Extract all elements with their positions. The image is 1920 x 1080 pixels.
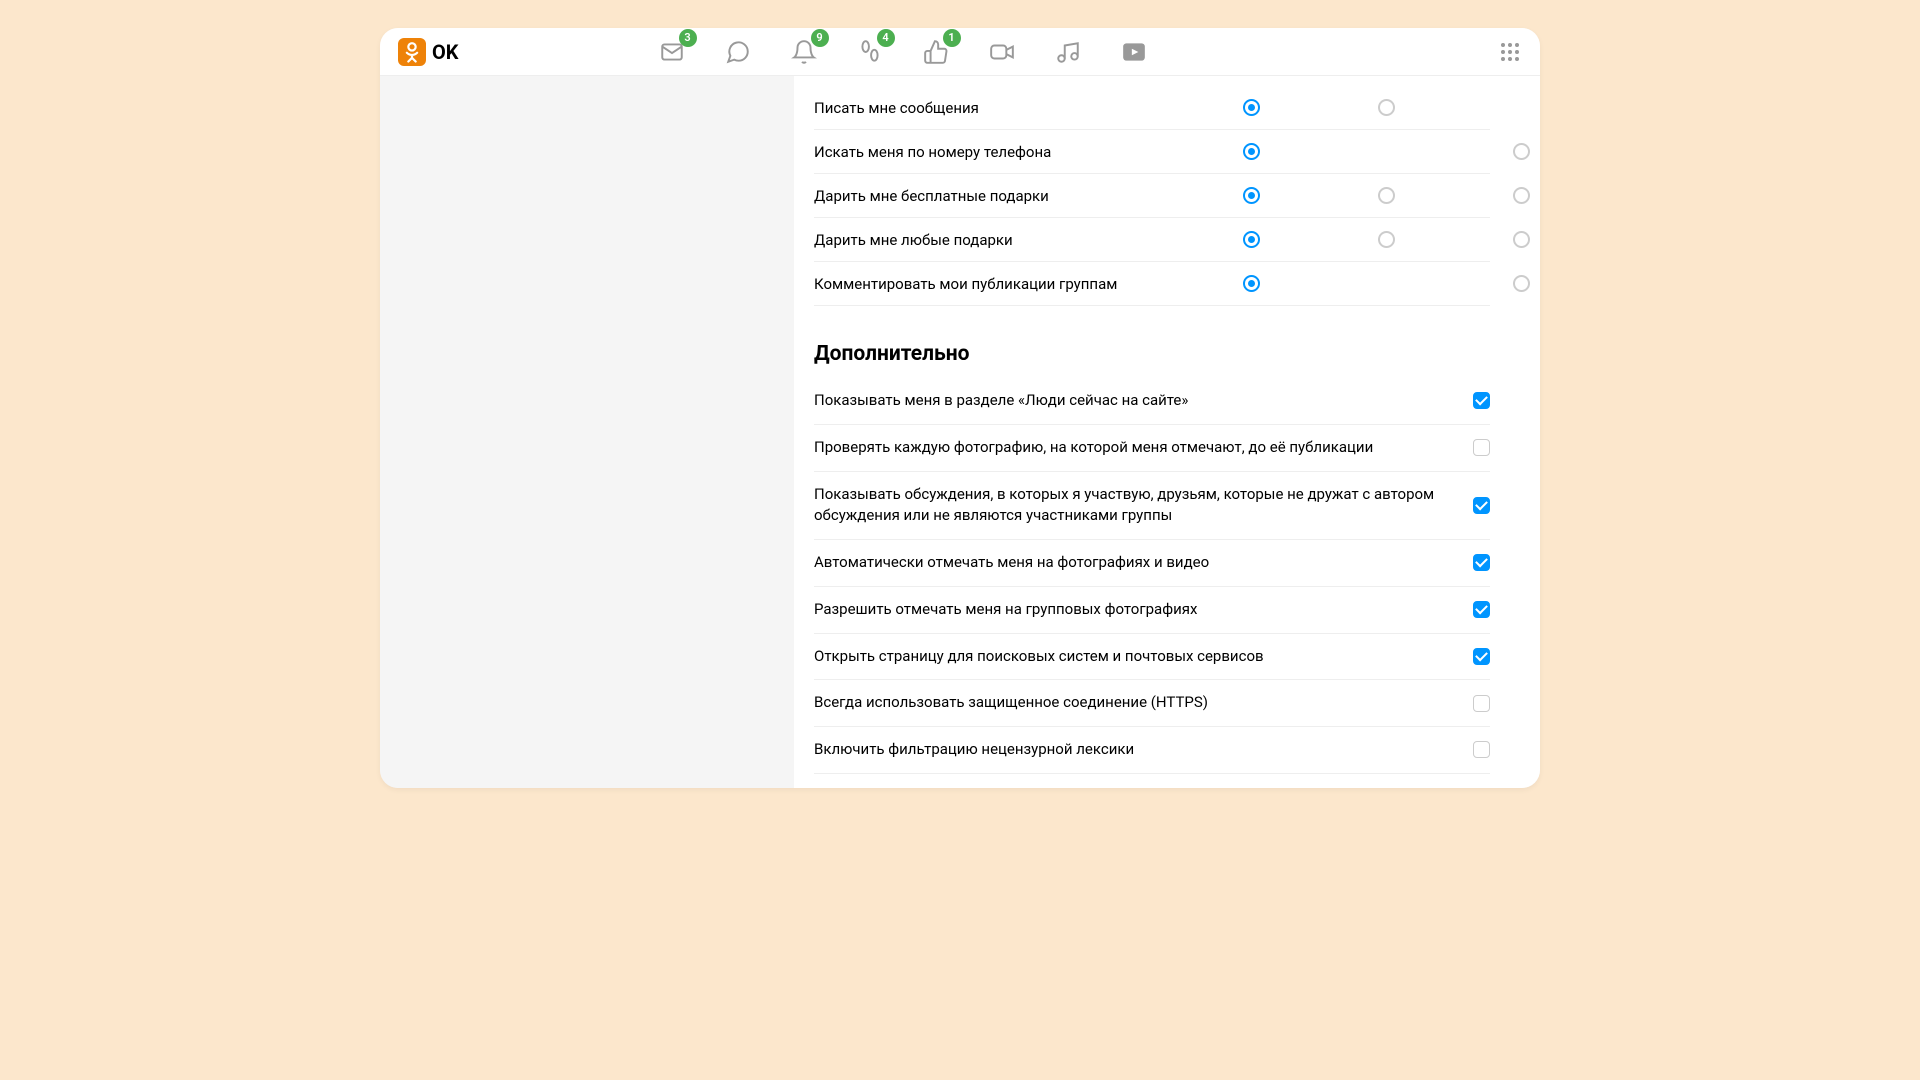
sidebar xyxy=(380,76,794,788)
privacy-row-label: Писать мне сообщения xyxy=(814,99,1184,117)
steps-badge: 4 xyxy=(877,29,895,47)
nav-calls[interactable] xyxy=(989,39,1015,65)
additional-row: Включить фильтрацию нецензурной лексики xyxy=(814,727,1490,774)
additional-row-label: Включить фильтрацию нецензурной лексики xyxy=(814,739,1453,761)
privacy-radio[interactable] xyxy=(1378,231,1395,248)
additional-row: Показывать обсуждения, в которых я участ… xyxy=(814,472,1490,541)
privacy-radio[interactable] xyxy=(1378,99,1395,116)
nav-bell[interactable]: 9 xyxy=(791,39,817,65)
additional-checkbox[interactable] xyxy=(1473,695,1490,712)
nav: 3 9 4 1 xyxy=(659,39,1147,65)
logo[interactable]: OK xyxy=(398,38,459,66)
additional-row: Показывать меня в разделе «Люди сейчас н… xyxy=(814,378,1490,425)
nav-video[interactable] xyxy=(1121,39,1147,65)
nav-chat[interactable] xyxy=(725,39,751,65)
privacy-row: Писать мне сообщения xyxy=(814,86,1490,130)
privacy-row: Дарить мне бесплатные подарки xyxy=(814,174,1490,218)
privacy-radio[interactable] xyxy=(1243,143,1260,160)
additional-row: Разрешить всем, у кого есть мой номер те… xyxy=(814,774,1490,788)
privacy-radio[interactable] xyxy=(1243,275,1260,292)
additional-checkbox[interactable] xyxy=(1473,392,1490,409)
privacy-row-label: Дарить мне любые подарки xyxy=(814,231,1184,249)
privacy-row-label: Комментировать мои публикации группам xyxy=(814,275,1184,293)
additional-checkbox[interactable] xyxy=(1473,741,1490,758)
additional-checkbox[interactable] xyxy=(1473,497,1490,514)
nav-like[interactable]: 1 xyxy=(923,39,949,65)
additional-row: Автоматически отмечать меня на фотографи… xyxy=(814,540,1490,587)
app-window: OK 3 9 4 1 xyxy=(380,28,1540,788)
additional-row: Проверять каждую фотографию, на которой … xyxy=(814,425,1490,472)
mail-badge: 3 xyxy=(679,29,697,47)
brand-text: OK xyxy=(432,40,459,64)
additional-row: Открыть страницу для поисковых систем и … xyxy=(814,634,1490,681)
top-bar: OK 3 9 4 1 xyxy=(380,28,1540,76)
additional-row: Разрешить отмечать меня на групповых фот… xyxy=(814,587,1490,634)
body: Писать мне сообщения Искать меня по номер… xyxy=(380,76,1540,788)
privacy-radio[interactable] xyxy=(1243,187,1260,204)
privacy-row: Искать меня по номеру телефона xyxy=(814,130,1490,174)
additional-row-label: Показывать меня в разделе «Люди сейчас н… xyxy=(814,390,1453,412)
nav-music[interactable] xyxy=(1055,39,1081,65)
nav-mail[interactable]: 3 xyxy=(659,39,685,65)
additional-checkbox[interactable] xyxy=(1473,601,1490,618)
privacy-radio[interactable] xyxy=(1513,143,1530,160)
additional-row-label: Показывать обсуждения, в которых я участ… xyxy=(814,484,1453,528)
additional-checkbox[interactable] xyxy=(1473,554,1490,571)
privacy-row-label: Искать меня по номеру телефона xyxy=(814,143,1184,161)
like-badge: 1 xyxy=(943,29,961,47)
additional-checkbox[interactable] xyxy=(1473,648,1490,665)
additional-row-label: Открыть страницу для поисковых систем и … xyxy=(814,646,1453,668)
privacy-row: Комментировать мои публикации группам xyxy=(814,262,1490,306)
privacy-radio[interactable] xyxy=(1243,231,1260,248)
additional-row: Всегда использовать защищенное соединени… xyxy=(814,680,1490,727)
additional-row-label: Разрешить отмечать меня на групповых фот… xyxy=(814,599,1453,621)
additional-checkbox[interactable] xyxy=(1473,439,1490,456)
additional-row-label: Проверять каждую фотографию, на которой … xyxy=(814,437,1453,459)
bell-badge: 9 xyxy=(811,29,829,47)
ok-logo-icon xyxy=(398,38,426,66)
additional-row-label: Разрешить всем, у кого есть мой номер те… xyxy=(814,786,1453,788)
privacy-radio[interactable] xyxy=(1243,99,1260,116)
additional-row-label: Всегда использовать защищенное соединени… xyxy=(814,692,1453,714)
settings-content: Писать мне сообщения Искать меня по номер… xyxy=(794,76,1540,788)
additional-row-label: Автоматически отмечать меня на фотографи… xyxy=(814,552,1453,574)
privacy-radio[interactable] xyxy=(1513,187,1530,204)
apps-grid-icon[interactable] xyxy=(1498,40,1522,64)
privacy-row: Дарить мне любые подарки xyxy=(814,218,1490,262)
privacy-radio[interactable] xyxy=(1513,231,1530,248)
privacy-radio[interactable] xyxy=(1513,275,1530,292)
nav-steps[interactable]: 4 xyxy=(857,39,883,65)
privacy-radio[interactable] xyxy=(1378,187,1395,204)
section-title-additional: Дополнительно xyxy=(814,342,1490,366)
privacy-row-label: Дарить мне бесплатные подарки xyxy=(814,187,1184,205)
